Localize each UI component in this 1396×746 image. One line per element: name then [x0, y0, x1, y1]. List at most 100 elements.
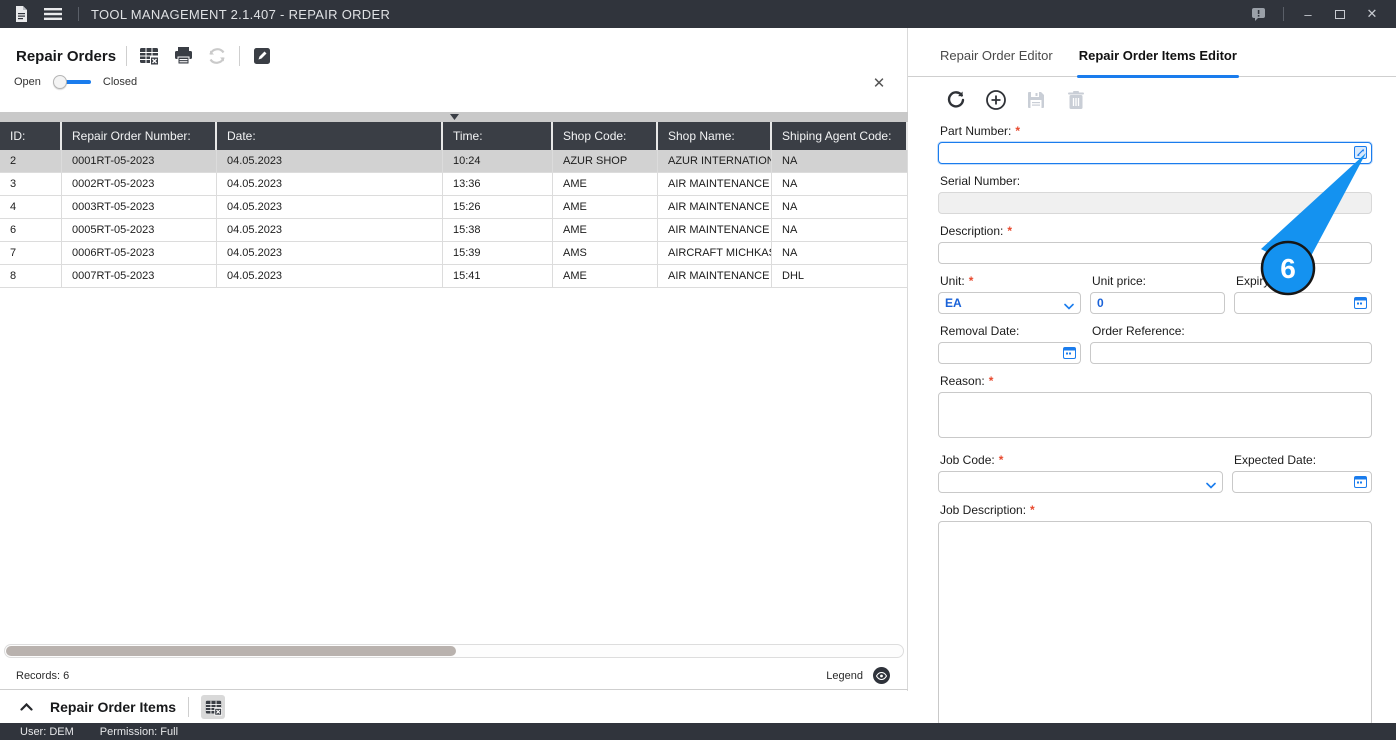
- expected-date-label: Expected Date:: [1234, 453, 1317, 467]
- cell-agent: NA: [772, 242, 908, 264]
- cell-time: 15:41: [443, 265, 553, 287]
- calendar-icon[interactable]: [1354, 475, 1367, 493]
- order-reference-input[interactable]: [1090, 342, 1372, 364]
- cell-date: 04.05.2023: [217, 173, 443, 195]
- column-header-time[interactable]: Time:: [443, 122, 553, 150]
- switch-knob[interactable]: [52, 75, 67, 89]
- chevron-down-icon: [1206, 478, 1216, 492]
- column-header-repair-order-number[interactable]: Repair Order Number:: [62, 122, 217, 150]
- refresh-icon[interactable]: [944, 88, 968, 112]
- column-header-shipping-agent-code[interactable]: Shiping Agent Code:: [772, 122, 908, 150]
- cell-shop-code: AZUR SHOP: [553, 150, 658, 172]
- toggle-label-open: Open: [14, 76, 41, 88]
- serial-number-label: Serial Number:: [940, 174, 1021, 188]
- cell-agent: NA: [772, 196, 908, 218]
- cell-ron: 0001RT-05-2023: [62, 150, 217, 172]
- table-row[interactable]: 6 0005RT-05-2023 04.05.2023 15:38 AME AI…: [0, 219, 908, 242]
- table-header-row: ID: Repair Order Number: Date: Time: Sho…: [0, 122, 908, 150]
- repair-orders-panel: Repair Orders ✕ Open Closed ID: Repair O…: [0, 28, 908, 723]
- open-closed-switch[interactable]: [52, 75, 91, 89]
- delete-icon[interactable]: [1064, 88, 1088, 112]
- table-footer: Records: 6 Legend: [0, 662, 908, 690]
- status-user: User: DEM: [20, 725, 74, 738]
- collapse-chevron-icon[interactable]: [14, 695, 38, 719]
- cell-date: 04.05.2023: [217, 265, 443, 287]
- part-number-input[interactable]: [938, 142, 1372, 164]
- expiry-date-label: Expiry Date:: [1236, 274, 1302, 288]
- table-row[interactable]: 2 0001RT-05-2023 04.05.2023 10:24 AZUR S…: [0, 150, 908, 173]
- cell-id: 7: [0, 242, 62, 264]
- job-description-textarea[interactable]: [938, 521, 1372, 726]
- feedback-icon[interactable]: [1245, 3, 1273, 25]
- required-marker: *: [988, 374, 994, 388]
- panel-close-button[interactable]: ✕: [868, 72, 890, 94]
- calendar-icon[interactable]: [1354, 296, 1367, 314]
- refresh-icon-disabled[interactable]: [205, 44, 229, 68]
- expiry-date-input[interactable]: [1234, 292, 1372, 314]
- cell-date: 04.05.2023: [217, 242, 443, 264]
- column-header-date[interactable]: Date:: [217, 122, 443, 150]
- description-input[interactable]: [938, 242, 1372, 264]
- minimize-button[interactable]: –: [1294, 3, 1322, 25]
- unit-label: Unit:: [940, 274, 965, 288]
- table-row[interactable]: 4 0003RT-05-2023 04.05.2023 15:26 AME AI…: [0, 196, 908, 219]
- tab-repair-order-editor[interactable]: Repair Order Editor: [940, 48, 1053, 76]
- reason-textarea[interactable]: [938, 392, 1372, 438]
- removal-date-input[interactable]: [938, 342, 1081, 364]
- legend-eye-icon[interactable]: [873, 667, 890, 684]
- required-marker: *: [998, 453, 1004, 467]
- records-count: Records: 6: [16, 669, 70, 682]
- add-item-icon[interactable]: [984, 88, 1008, 112]
- cell-shop-code: AME: [553, 196, 658, 218]
- column-header-id[interactable]: ID:: [0, 122, 62, 150]
- menu-icon[interactable]: [40, 3, 66, 25]
- items-excel-export-icon[interactable]: [201, 695, 226, 719]
- edit-clipboard-icon[interactable]: [250, 44, 274, 68]
- items-bar-title: Repair Order Items: [50, 699, 177, 715]
- column-header-shop-code[interactable]: Shop Code:: [553, 122, 658, 150]
- cell-shop-code: AME: [553, 219, 658, 241]
- titlebar-separator: [78, 7, 79, 21]
- editor-tabs: Repair Order Editor Repair Order Items E…: [908, 48, 1396, 78]
- print-icon[interactable]: [171, 44, 195, 68]
- unit-select[interactable]: EA: [938, 292, 1081, 314]
- restore-button[interactable]: [1326, 3, 1354, 25]
- cell-id: 3: [0, 173, 62, 195]
- restore-icon: [1335, 9, 1345, 19]
- document-icon[interactable]: [8, 3, 34, 25]
- save-icon[interactable]: [1024, 88, 1048, 112]
- cell-shop-name: AIR MAINTENANCE E...: [658, 173, 772, 195]
- cell-shop-code: AME: [553, 173, 658, 195]
- job-code-select[interactable]: [938, 471, 1223, 493]
- cell-ron: 0005RT-05-2023: [62, 219, 217, 241]
- table-row[interactable]: 8 0007RT-05-2023 04.05.2023 15:41 AME AI…: [0, 265, 908, 288]
- required-marker: *: [968, 274, 974, 288]
- open-closed-toggle-row: Open Closed: [14, 75, 137, 89]
- horizontal-scrollbar[interactable]: [4, 644, 904, 658]
- cell-shop-name: AIR MAINTENANCE E...: [658, 265, 772, 287]
- table-row[interactable]: 7 0006RT-05-2023 04.05.2023 15:39 AMS AI…: [0, 242, 908, 265]
- scrollbar-thumb[interactable]: [6, 646, 456, 656]
- description-label: Description:: [940, 224, 1004, 238]
- calendar-icon[interactable]: [1063, 346, 1076, 364]
- cell-shop-name: AZUR INTERNATION...: [658, 150, 772, 172]
- order-reference-label: Order Reference:: [1092, 324, 1185, 338]
- tab-repair-order-items-editor[interactable]: Repair Order Items Editor: [1076, 48, 1240, 78]
- job-code-label: Job Code:: [940, 453, 995, 467]
- excel-export-icon[interactable]: [137, 44, 161, 68]
- table-collapse-strip[interactable]: [0, 112, 908, 122]
- unit-price-input[interactable]: [1090, 292, 1225, 314]
- expected-date-input[interactable]: [1232, 471, 1372, 493]
- repair-orders-header: Repair Orders: [16, 42, 274, 70]
- column-header-shop-name[interactable]: Shop Name:: [658, 122, 772, 150]
- part-number-lookup-icon[interactable]: [1354, 146, 1367, 164]
- editor-panel: Repair Order Editor Repair Order Items E…: [908, 28, 1396, 726]
- required-marker: *: [1015, 124, 1021, 138]
- cell-ron: 0006RT-05-2023: [62, 242, 217, 264]
- table-body: 2 0001RT-05-2023 04.05.2023 10:24 AZUR S…: [0, 150, 908, 288]
- table-row[interactable]: 3 0002RT-05-2023 04.05.2023 13:36 AME AI…: [0, 173, 908, 196]
- close-button[interactable]: ✕: [1358, 3, 1386, 25]
- cell-date: 04.05.2023: [217, 196, 443, 218]
- cell-ron: 0002RT-05-2023: [62, 173, 217, 195]
- main-area: Repair Orders ✕ Open Closed ID: Repair O…: [0, 28, 1396, 726]
